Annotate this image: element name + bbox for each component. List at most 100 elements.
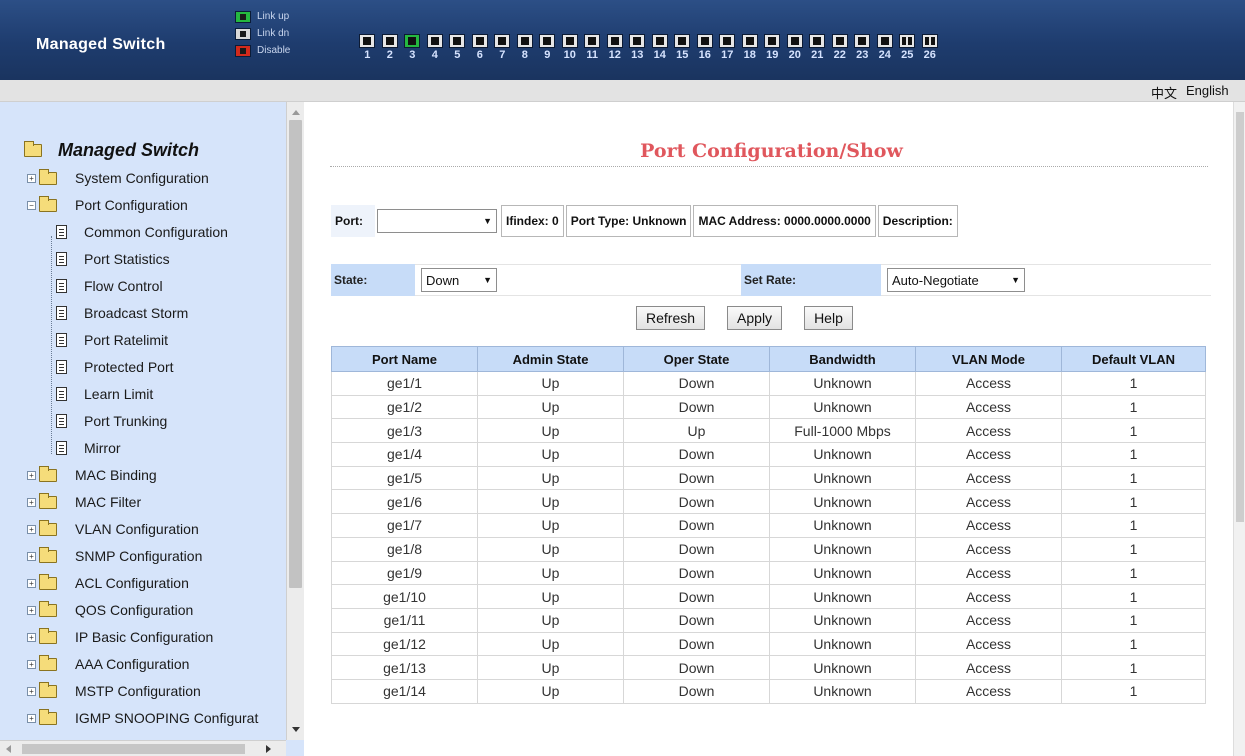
port-12[interactable]: 12 xyxy=(604,34,627,61)
expand-icon[interactable]: + xyxy=(27,659,36,669)
port-22[interactable]: 22 xyxy=(829,34,852,61)
port-2[interactable]: 2 xyxy=(379,34,402,61)
column-header[interactable]: Oper State xyxy=(623,346,770,372)
expand-icon[interactable]: + xyxy=(27,578,36,588)
port-select[interactable]: ▼ xyxy=(377,209,497,233)
port-16[interactable]: 16 xyxy=(694,34,717,61)
port-8[interactable]: 8 xyxy=(514,34,537,61)
port-jack-icon[interactable] xyxy=(494,34,511,48)
port-6[interactable]: 6 xyxy=(469,34,492,61)
expand-icon[interactable]: + xyxy=(27,551,36,561)
sidebar-item-port-ratelimit[interactable]: Port Ratelimit xyxy=(56,332,168,348)
port-9[interactable]: 9 xyxy=(536,34,559,61)
expand-icon[interactable]: + xyxy=(27,713,36,723)
tree-root[interactable]: Managed Switch xyxy=(24,140,199,161)
expand-icon[interactable]: + xyxy=(27,524,36,534)
scroll-up-icon[interactable] xyxy=(292,110,300,115)
port-7[interactable]: 7 xyxy=(491,34,514,61)
column-header[interactable]: VLAN Mode xyxy=(915,346,1062,372)
table-row[interactable]: ge1/8 Up Down Unknown Access 1 xyxy=(331,536,1206,562)
table-row[interactable]: ge1/12 Up Down Unknown Access 1 xyxy=(331,631,1206,657)
sidebar-item-ip-basic-configuration[interactable]: + IP Basic Configuration xyxy=(27,627,213,645)
port-15[interactable]: 15 xyxy=(671,34,694,61)
port-26[interactable]: 26 xyxy=(919,34,942,61)
sidebar-item-port-statistics[interactable]: Port Statistics xyxy=(56,251,170,267)
port-1[interactable]: 1 xyxy=(356,34,379,61)
sidebar-item-vlan-configuration[interactable]: + VLAN Configuration xyxy=(27,519,199,537)
port-jack-icon[interactable] xyxy=(899,34,916,48)
table-row[interactable]: ge1/5 Up Down Unknown Access 1 xyxy=(331,465,1206,491)
port-4[interactable]: 4 xyxy=(424,34,447,61)
port-jack-icon[interactable] xyxy=(381,34,398,48)
port-21[interactable]: 21 xyxy=(806,34,829,61)
port-jack-icon[interactable] xyxy=(629,34,646,48)
expand-icon[interactable]: + xyxy=(27,686,36,696)
port-jack-icon[interactable] xyxy=(584,34,601,48)
sidebar-vertical-scrollbar[interactable] xyxy=(286,102,304,740)
refresh-button[interactable]: Refresh xyxy=(636,306,706,330)
port-5[interactable]: 5 xyxy=(446,34,469,61)
port-jack-icon[interactable] xyxy=(764,34,781,48)
column-header[interactable]: Admin State xyxy=(477,346,624,372)
table-row[interactable]: ge1/1 Up Down Unknown Access 1 xyxy=(331,371,1206,396)
sidebar-item-port-trunking[interactable]: Port Trunking xyxy=(56,413,167,429)
lang-english-link[interactable]: English xyxy=(1186,83,1229,98)
port-jack-icon[interactable] xyxy=(854,34,871,48)
apply-button[interactable]: Apply xyxy=(727,306,783,330)
column-header[interactable]: Bandwidth xyxy=(769,346,916,372)
lang-chinese-link[interactable]: 中文 xyxy=(1151,83,1177,102)
help-button[interactable]: Help xyxy=(804,306,853,330)
table-row[interactable]: ge1/7 Up Down Unknown Access 1 xyxy=(331,513,1206,538)
sidebar-item-mac-binding[interactable]: + MAC Binding xyxy=(27,465,157,483)
sidebar-item-qos-configuration[interactable]: + QOS Configuration xyxy=(27,600,193,618)
port-jack-icon[interactable] xyxy=(719,34,736,48)
expand-icon[interactable]: + xyxy=(27,632,36,642)
sidebar-item-mstp-configuration[interactable]: + MSTP Configuration xyxy=(27,681,201,699)
sidebar-item-igmp-snooping-configurat[interactable]: + IGMP SNOOPING Configurat xyxy=(27,708,258,726)
port-jack-icon[interactable] xyxy=(831,34,848,48)
column-header[interactable]: Default VLAN xyxy=(1061,346,1206,372)
port-10[interactable]: 10 xyxy=(559,34,582,61)
column-header[interactable]: Port Name xyxy=(331,346,478,372)
port-23[interactable]: 23 xyxy=(851,34,874,61)
port-jack-icon[interactable] xyxy=(426,34,443,48)
sidebar-item-system-configuration[interactable]: + System Configuration xyxy=(27,168,209,186)
scroll-thumb[interactable] xyxy=(289,120,302,588)
port-19[interactable]: 19 xyxy=(761,34,784,61)
sidebar-item-acl-configuration[interactable]: + ACL Configuration xyxy=(27,573,189,591)
port-jack-icon[interactable] xyxy=(696,34,713,48)
sidebar-item-mirror[interactable]: Mirror xyxy=(56,440,121,456)
expand-icon[interactable]: + xyxy=(27,470,36,480)
sidebar-item-common-configuration[interactable]: Common Configuration xyxy=(56,224,228,240)
table-row[interactable]: ge1/9 Up Down Unknown Access 1 xyxy=(331,560,1206,586)
rate-select[interactable]: Auto-Negotiate ▼ xyxy=(887,268,1025,292)
sidebar-item-snmp-configuration[interactable]: + SNMP Configuration xyxy=(27,546,202,564)
sidebar-item-protected-port[interactable]: Protected Port xyxy=(56,359,174,375)
port-jack-icon[interactable] xyxy=(449,34,466,48)
table-row[interactable]: ge1/11 Up Down Unknown Access 1 xyxy=(331,607,1206,633)
port-25[interactable]: 25 xyxy=(896,34,919,61)
table-row[interactable]: ge1/4 Up Down Unknown Access 1 xyxy=(331,442,1206,467)
table-row[interactable]: ge1/3 Up Up Full-1000 Mbps Access 1 xyxy=(331,418,1206,444)
port-jack-icon[interactable] xyxy=(809,34,826,48)
scroll-down-icon[interactable] xyxy=(292,727,300,732)
main-scroll-thumb[interactable] xyxy=(1236,112,1244,522)
port-jack-icon[interactable] xyxy=(404,34,421,48)
port-jack-icon[interactable] xyxy=(539,34,556,48)
port-jack-icon[interactable] xyxy=(606,34,623,48)
sidebar-item-port-configuration[interactable]: − Port Configuration xyxy=(27,195,188,213)
port-jack-icon[interactable] xyxy=(471,34,488,48)
port-jack-icon[interactable] xyxy=(921,34,938,48)
expand-icon[interactable]: + xyxy=(27,605,36,615)
table-row[interactable]: ge1/10 Up Down Unknown Access 1 xyxy=(331,584,1206,609)
table-row[interactable]: ge1/6 Up Down Unknown Access 1 xyxy=(331,489,1206,515)
port-jack-icon[interactable] xyxy=(516,34,533,48)
scroll-left-icon[interactable] xyxy=(6,745,11,753)
sidebar-horizontal-scrollbar[interactable] xyxy=(0,740,286,756)
sidebar-item-flow-control[interactable]: Flow Control xyxy=(56,278,163,294)
port-14[interactable]: 14 xyxy=(649,34,672,61)
port-3[interactable]: 3 xyxy=(401,34,424,61)
scroll-right-icon[interactable] xyxy=(266,745,271,753)
port-20[interactable]: 20 xyxy=(784,34,807,61)
main-vertical-scrollbar[interactable] xyxy=(1233,102,1245,756)
